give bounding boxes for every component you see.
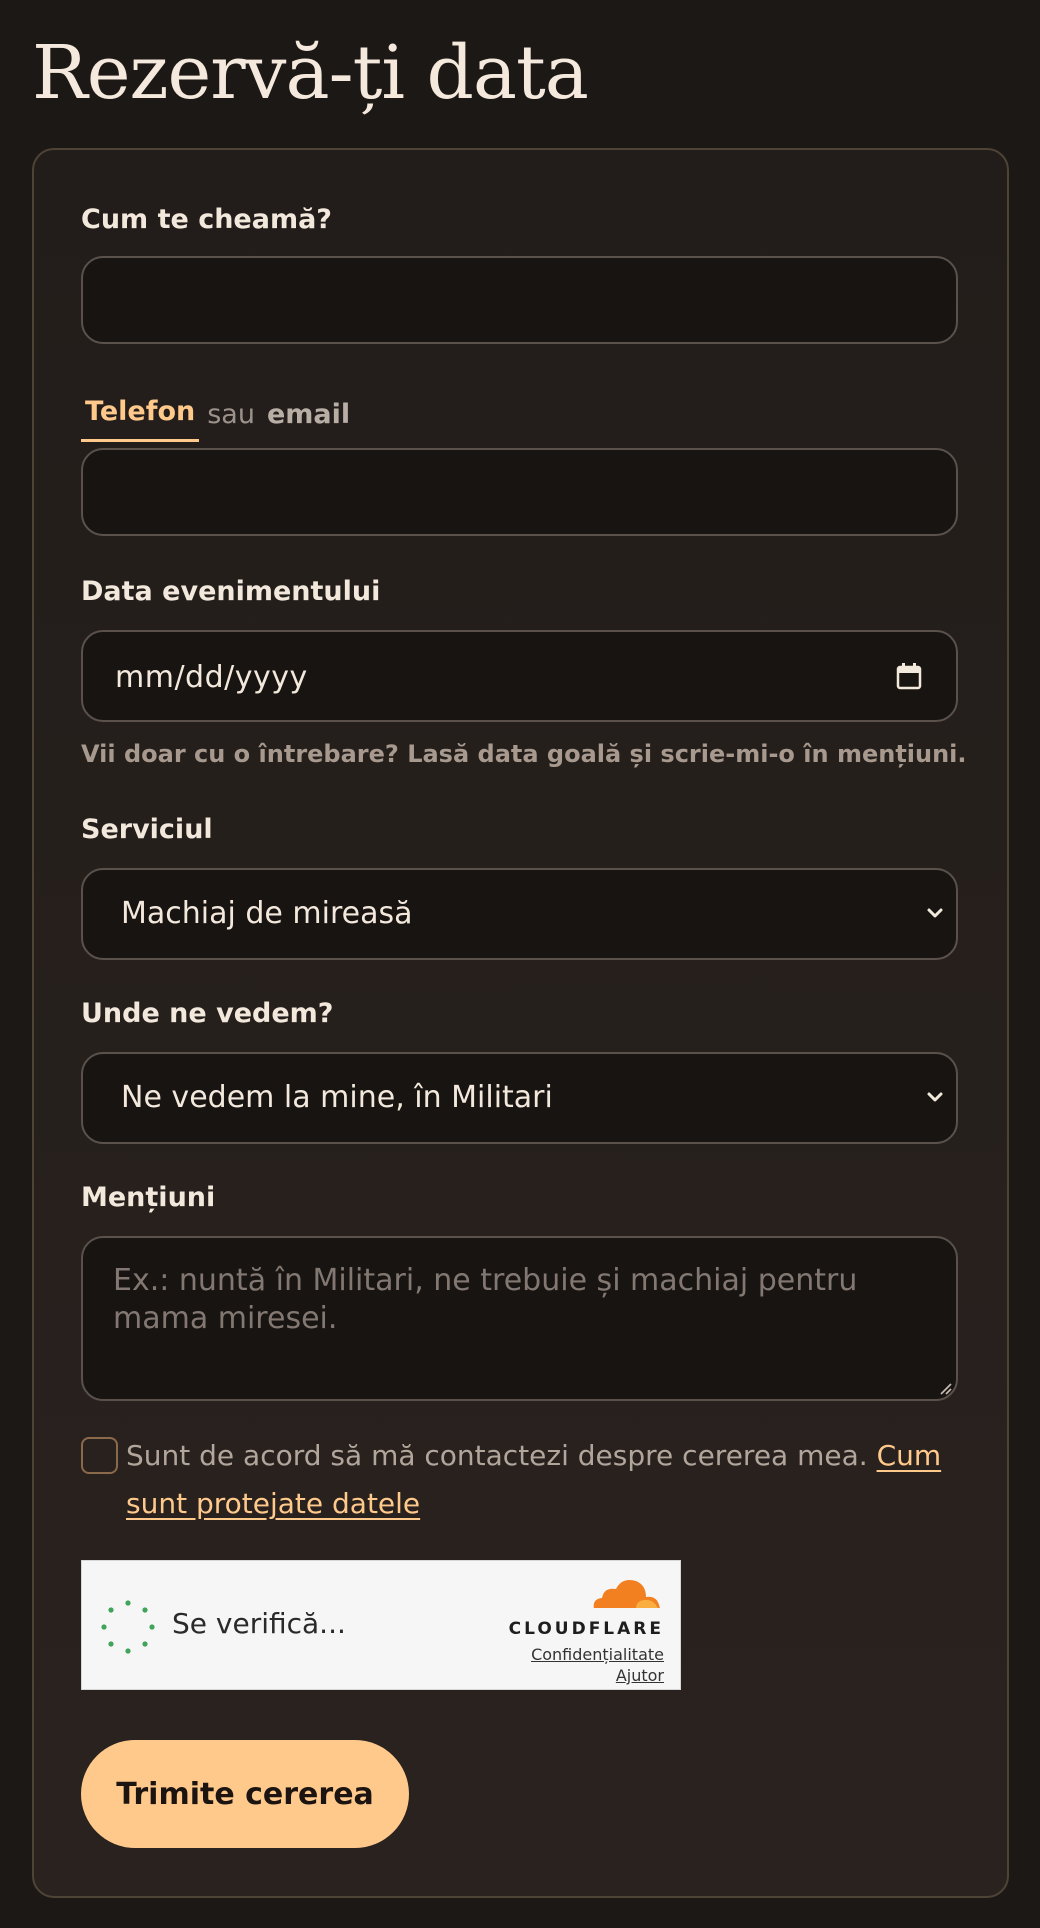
submit-button[interactable]: Trimite cererea — [81, 1740, 409, 1848]
service-label: Serviciul — [81, 814, 213, 845]
event-date-help: Vii doar cu o întrebare? Lasă data goală… — [81, 740, 967, 768]
cloudflare-logo-icon — [590, 1580, 662, 1611]
tab-email[interactable]: email — [263, 399, 354, 442]
name-input[interactable] — [81, 256, 958, 344]
captcha-status: Se verifică... — [172, 1607, 346, 1640]
notes-label: Mențiuni — [81, 1182, 216, 1213]
tab-phone[interactable]: Telefon — [81, 396, 200, 442]
event-date-value: mm/dd/yyyy — [115, 660, 308, 695]
location-select[interactable]: Ne vedem la mine, în Militari — [81, 1052, 958, 1144]
name-label: Cum te cheamă? — [81, 204, 332, 235]
spinner-icon — [101, 1600, 155, 1654]
resize-grip-icon[interactable] — [938, 1381, 952, 1395]
chevron-down-icon — [927, 1092, 943, 1102]
chevron-down-icon — [927, 908, 943, 918]
tab-separator: sau — [207, 399, 255, 430]
service-selected: Machiaj de mireasă — [121, 896, 413, 931]
location-label: Unde ne vedem? — [81, 998, 334, 1029]
captcha-privacy-link[interactable]: Confidențialitate — [531, 1645, 664, 1664]
consent-checkbox[interactable] — [81, 1437, 118, 1474]
service-select[interactable]: Machiaj de mireasă — [81, 868, 958, 960]
consent-text: Sunt de acord să mă contactezi despre ce… — [126, 1432, 966, 1528]
calendar-icon[interactable] — [896, 662, 922, 690]
consent-label: Sunt de acord să mă contactezi despre ce… — [126, 1439, 868, 1472]
notes-placeholder: Ex.: nuntă în Militari, ne trebuie și ma… — [113, 1263, 858, 1336]
page-title: Rezervă-ți data — [32, 30, 589, 116]
captcha-widget[interactable]: Se verifică... CLOUDFLARE Confidențialit… — [81, 1560, 681, 1690]
event-date-label: Data evenimentului — [81, 576, 381, 607]
cloudflare-wordmark: CLOUDFLARE — [508, 1619, 664, 1639]
captcha-help-link[interactable]: Ajutor — [616, 1666, 664, 1685]
contact-input[interactable] — [81, 448, 958, 536]
event-date-input[interactable]: mm/dd/yyyy — [81, 630, 958, 722]
location-selected: Ne vedem la mine, în Militari — [121, 1080, 553, 1115]
contact-method-tabs: Telefon sau email — [81, 386, 354, 442]
notes-textarea[interactable]: Ex.: nuntă în Militari, ne trebuie și ma… — [81, 1236, 958, 1401]
